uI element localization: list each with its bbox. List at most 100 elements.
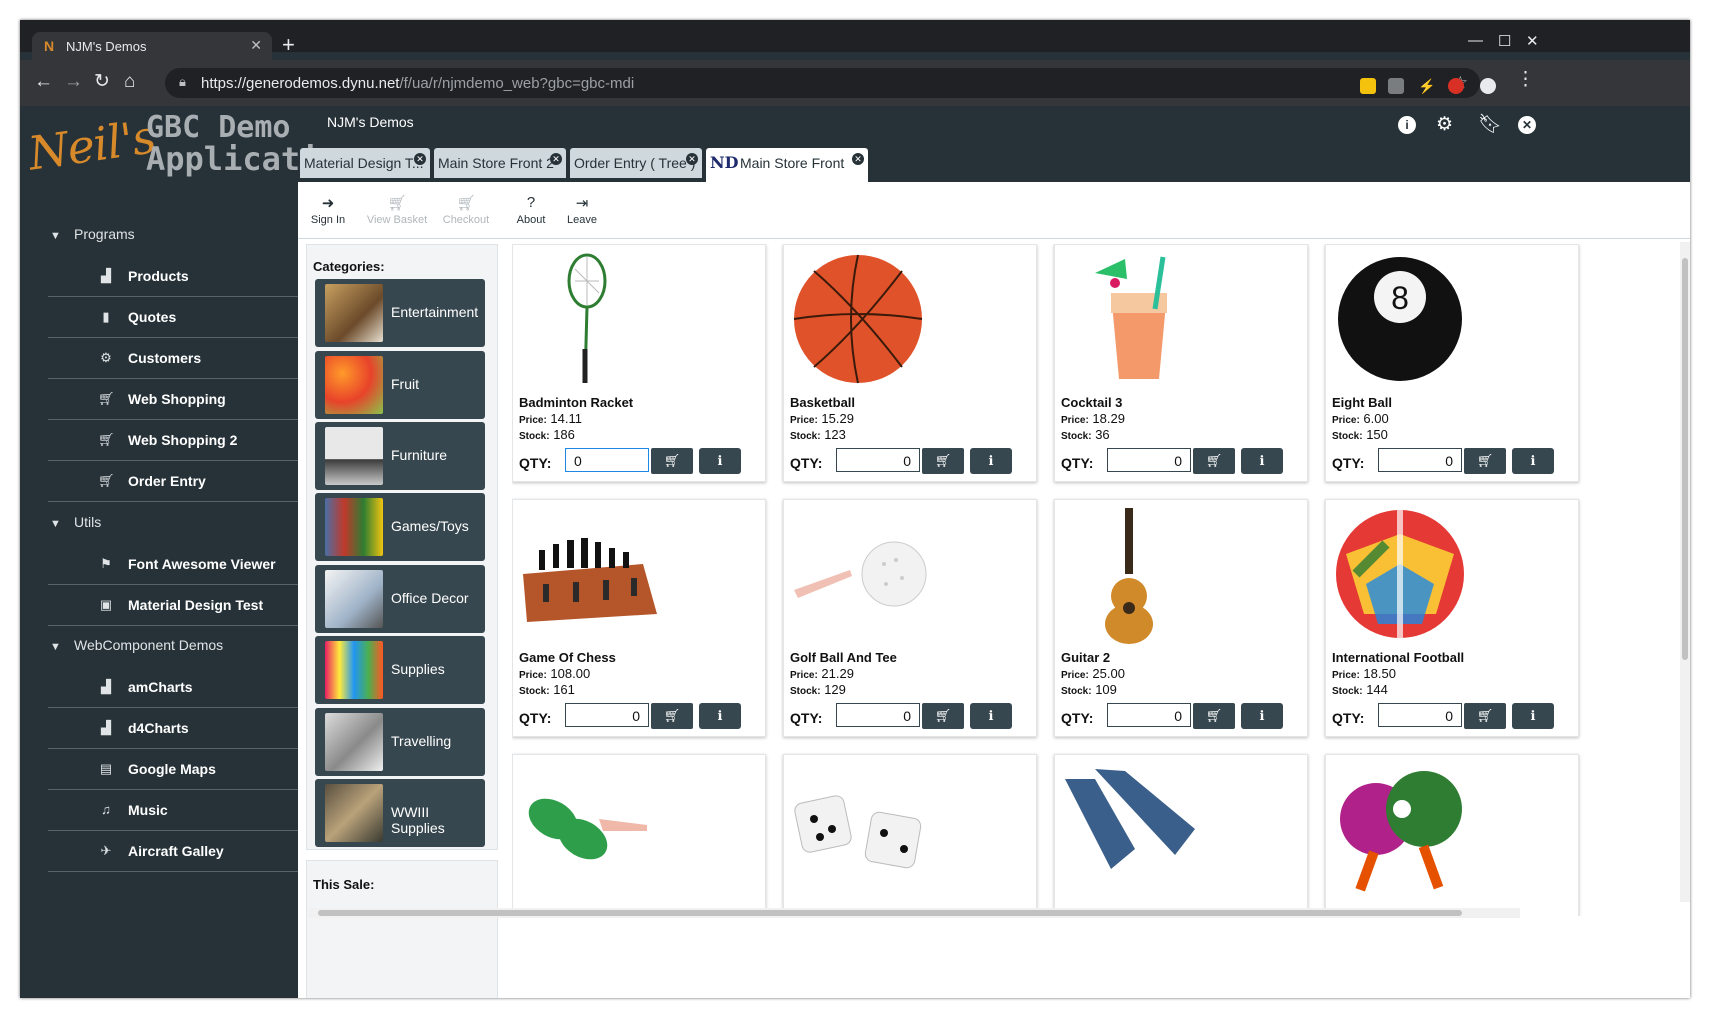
product-stock: Stock: 161 xyxy=(519,682,575,697)
category-furniture[interactable]: Furniture xyxy=(315,422,485,490)
new-tab-icon[interactable]: + xyxy=(282,34,295,56)
sidebar-group-utils[interactable]: ▼ Utils xyxy=(50,514,101,530)
minimize-icon[interactable]: — xyxy=(1468,32,1483,49)
vertical-scrollbar[interactable] xyxy=(1680,242,1690,902)
sidebar-item-aircraft-galley[interactable]: ✈ Aircraft Galley xyxy=(48,831,298,872)
close-tab-icon[interactable]: ✕ xyxy=(686,153,698,165)
profile-avatar-icon[interactable] xyxy=(1480,78,1496,94)
close-app-icon[interactable]: ✕ xyxy=(1518,116,1536,134)
tab-material-design[interactable]: Material Design T... ✕ xyxy=(300,148,430,178)
sidebar-item-products[interactable]: ▟ Products xyxy=(48,256,298,297)
checkout-button[interactable]: 🛒︎ Checkout xyxy=(434,194,498,226)
category-supplies[interactable]: Supplies xyxy=(315,636,485,704)
sidebar-item-web-shopping[interactable]: 🛒︎ Web Shopping xyxy=(48,379,298,420)
product-info-button[interactable]: ℹ xyxy=(970,448,1012,474)
add-to-cart-button[interactable]: 🛒︎ xyxy=(922,703,964,729)
product-stock: Stock: 150 xyxy=(1332,427,1388,442)
product-info-button[interactable]: ℹ xyxy=(1241,703,1283,729)
sidebar-group-webcomponent-demos[interactable]: ▼ WebComponent Demos xyxy=(50,637,223,653)
quantity-input[interactable]: 0 xyxy=(1107,703,1191,727)
category-fruit[interactable]: Fruit xyxy=(315,351,485,419)
sidebar-group-programs[interactable]: ▼ Programs xyxy=(50,226,135,242)
add-to-cart-button[interactable]: 🛒︎ xyxy=(651,448,693,474)
add-to-cart-button[interactable]: 🛒︎ xyxy=(1193,703,1235,729)
add-to-cart-button[interactable]: 🛒︎ xyxy=(651,703,693,729)
tab-main-store-front-2[interactable]: Main Store Front 2 ✕ xyxy=(434,148,566,178)
address-bar[interactable]: 🔒︎ https://generodemos.dynu.net/f/ua/r/n… xyxy=(165,68,1480,98)
leave-button[interactable]: ⇥ Leave xyxy=(554,194,610,226)
button-label: Leave xyxy=(567,214,597,226)
category-travelling[interactable]: Travelling xyxy=(315,708,485,776)
add-to-cart-button[interactable]: 🛒︎ xyxy=(922,448,964,474)
product-info-button[interactable]: ℹ xyxy=(699,448,741,474)
category-office-decor[interactable]: Office Decor xyxy=(315,565,485,633)
scrollbar-thumb[interactable] xyxy=(1682,258,1688,660)
settings-gear-icon[interactable]: ⚙ xyxy=(1436,114,1453,136)
quantity-input[interactable]: 0 xyxy=(565,448,649,472)
product-info-button[interactable]: ℹ xyxy=(970,703,1012,729)
category-wwiii-supplies[interactable]: WWIII Supplies xyxy=(315,779,485,847)
browser-menu-icon[interactable]: ⋮ xyxy=(1516,68,1535,92)
product-info-button[interactable]: ℹ xyxy=(1512,703,1554,729)
sidebar-item-quotes[interactable]: ▮ Quotes xyxy=(48,297,298,338)
close-tab-icon[interactable]: ✕ xyxy=(852,153,864,165)
sidebar-item-order-entry[interactable]: 🛒︎ Order Entry xyxy=(48,461,298,502)
sign-in-button[interactable]: ➜ Sign In xyxy=(300,194,356,226)
info-icon[interactable]: i xyxy=(1398,116,1416,134)
sidebar-item-amcharts[interactable]: ▟ amCharts xyxy=(48,667,298,708)
sidebar-item-google-maps[interactable]: ▤ Google Maps xyxy=(48,749,298,790)
stock-label: Stock: xyxy=(1061,431,1092,442)
extension-icon[interactable] xyxy=(1448,78,1464,94)
add-to-cart-button[interactable]: 🛒︎ xyxy=(1464,703,1506,729)
category-entertainment[interactable]: Entertainment xyxy=(315,279,485,347)
bookmark-icon[interactable]: 🔖︎ xyxy=(1478,114,1502,136)
price-value: 15.29 xyxy=(821,411,854,426)
scrollbar-thumb[interactable] xyxy=(318,910,1462,916)
horizontal-scrollbar[interactable] xyxy=(308,908,1520,918)
back-icon[interactable]: ← xyxy=(34,70,53,94)
extension-icon[interactable] xyxy=(1360,78,1376,94)
add-to-cart-button[interactable]: 🛒︎ xyxy=(1464,448,1506,474)
quantity-input[interactable]: 0 xyxy=(1378,448,1462,472)
product-price: Price: 108.00 xyxy=(519,666,590,681)
sidebar-item-web-shopping-2[interactable]: 🛒︎ Web Shopping 2 xyxy=(48,420,298,461)
sidebar-item-font-awesome-viewer[interactable]: ⚑ Font Awesome Viewer xyxy=(48,544,298,585)
reload-icon[interactable]: ↻ xyxy=(94,70,110,94)
close-tab-icon[interactable]: ✕ xyxy=(414,153,426,165)
cart-icon: 🛒︎ xyxy=(934,453,952,468)
stock-value: 109 xyxy=(1095,682,1117,697)
tab-main-store-front[interactable]: ND Main Store Front ✕ xyxy=(706,148,868,182)
close-tab-icon[interactable]: ✕ xyxy=(550,153,562,165)
home-icon[interactable]: ⌂ xyxy=(124,70,135,94)
quantity-input[interactable]: 0 xyxy=(565,703,649,727)
info-icon: ℹ xyxy=(988,453,994,468)
close-tab-icon[interactable]: ✕ xyxy=(250,37,262,54)
category-games-toys[interactable]: Games/Toys xyxy=(315,493,485,561)
tab-order-entry-tree[interactable]: Order Entry ( Tree ) ✕ xyxy=(570,148,702,178)
product-info-button[interactable]: ℹ xyxy=(1241,448,1283,474)
product-info-button[interactable]: ℹ xyxy=(699,703,741,729)
cart-icon: 🛒︎ xyxy=(98,432,115,447)
product-info-button[interactable]: ℹ xyxy=(1512,448,1554,474)
forward-icon[interactable]: → xyxy=(64,70,83,94)
quantity-input[interactable]: 0 xyxy=(836,448,920,472)
sidebar-item-material-design-test[interactable]: ▣ Material Design Test xyxy=(48,585,298,626)
close-window-icon[interactable]: ✕ xyxy=(1526,32,1539,50)
maximize-icon[interactable]: ☐ xyxy=(1498,32,1511,50)
about-button[interactable]: ? About xyxy=(503,194,559,226)
view-basket-button[interactable]: 🛒︎ View Basket xyxy=(362,194,432,226)
sidebar-item-music[interactable]: ♫ Music xyxy=(48,790,298,831)
quantity-input[interactable]: 0 xyxy=(1378,703,1462,727)
quantity-input[interactable]: 0 xyxy=(836,703,920,727)
add-to-cart-button[interactable]: 🛒︎ xyxy=(1193,448,1235,474)
sidebar-item-customers[interactable]: ⚙ Customers xyxy=(48,338,298,379)
extension-icon[interactable] xyxy=(1388,78,1404,94)
sidebar-item-d4charts[interactable]: ▟ d4Charts xyxy=(48,708,298,749)
product-card-cocktail-3: Cocktail 3 Price: 18.29 Stock: 36 QTY: 0… xyxy=(1054,244,1308,482)
bar-chart-icon: ▟ xyxy=(101,268,111,283)
extension-icon[interactable]: ⚡ xyxy=(1418,78,1435,94)
browser-tab[interactable]: N NJM's Demos ✕ xyxy=(32,32,272,60)
quantity-input[interactable]: 0 xyxy=(1107,448,1191,472)
ping-pong-paddles-image xyxy=(1340,771,1462,892)
sidebar: ▼ Programs ▟ Products ▮ Quotes ⚙ Customer… xyxy=(20,200,298,998)
